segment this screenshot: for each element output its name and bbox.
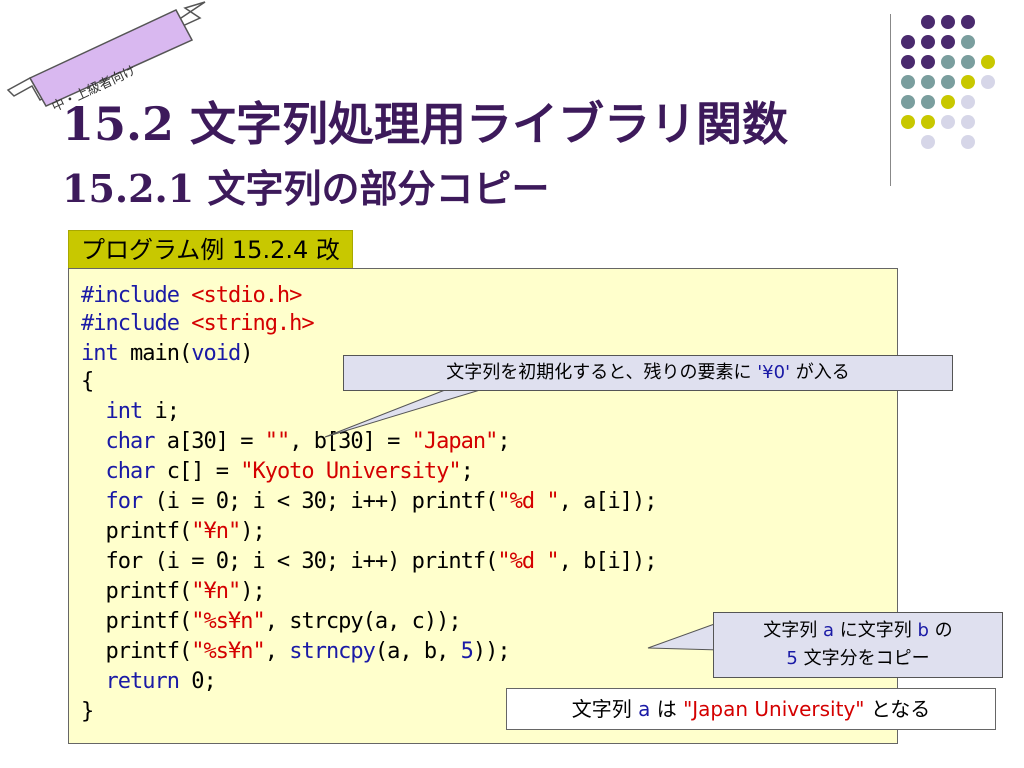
decor-dot xyxy=(961,115,975,129)
decor-dot xyxy=(981,75,995,89)
example-label: プログラム例 15.2.4 改 xyxy=(68,230,353,270)
decor-dot xyxy=(921,75,935,89)
decor-dot xyxy=(961,35,975,49)
decor-dot xyxy=(921,95,935,109)
decor-dot xyxy=(961,95,975,109)
code-line-3: int main(void) xyxy=(81,341,253,366)
decor-dot xyxy=(961,55,975,69)
callout-initialize-note: 文字列を初期化すると、残りの要素に '¥0' が入る xyxy=(343,355,953,391)
code-line-14: return 0; xyxy=(81,669,216,694)
decor-dot xyxy=(941,35,955,49)
code-line-15: } xyxy=(81,699,94,724)
page-title: 15.2 文字列処理用ライブラリ関数 xyxy=(62,97,789,151)
decor-dot xyxy=(921,35,935,49)
decor-dot xyxy=(901,95,915,109)
code-line-8: for (i = 0; i < 30; i++) printf("%d ", a… xyxy=(81,489,657,514)
code-line-1: #include <stdio.h> xyxy=(81,283,302,308)
code-line-5: int i; xyxy=(81,399,179,424)
code-line-10: for (i = 0; i < 30; i++) printf("%d ", b… xyxy=(81,549,657,574)
code-line-13: printf("%s¥n", strncpy(a, b, 5)); xyxy=(81,639,510,664)
decor-dot xyxy=(961,15,975,29)
decor-dot xyxy=(981,55,995,69)
decor-dot xyxy=(921,115,935,129)
decor-dot xyxy=(901,35,915,49)
code-line-9: printf("¥n"); xyxy=(81,519,265,544)
decor-dot xyxy=(941,15,955,29)
code-line-2: #include <string.h> xyxy=(81,311,315,336)
code-line-11: printf("¥n"); xyxy=(81,579,265,604)
decor-dot xyxy=(941,95,955,109)
code-line-12: printf("%s¥n", strcpy(a, c)); xyxy=(81,609,461,634)
code-line-6: char a[30] = "", b[30] = "Japan"; xyxy=(81,429,510,454)
code-line-7: char c[] = "Kyoto University"; xyxy=(81,459,473,484)
decor-dot xyxy=(961,135,975,149)
decor-dot xyxy=(941,55,955,69)
decor-dot xyxy=(941,75,955,89)
decor-dot xyxy=(901,75,915,89)
page-subtitle: 15.2.1 文字列の部分コピー xyxy=(62,166,550,211)
decor-dot xyxy=(901,55,915,69)
decor-dot xyxy=(921,15,935,29)
result-note: 文字列 a は "Japan University" となる xyxy=(506,688,996,730)
code-line-4: { xyxy=(81,369,94,394)
decorative-dots xyxy=(901,15,995,149)
decor-dot xyxy=(941,115,955,129)
decor-dot xyxy=(961,75,975,89)
callout-strncpy-note: 文字列 a に文字列 b の5 文字分をコピー xyxy=(713,612,1003,678)
decor-dot xyxy=(921,135,935,149)
decor-dot xyxy=(921,55,935,69)
header-divider xyxy=(890,14,891,186)
decor-dot xyxy=(901,115,915,129)
